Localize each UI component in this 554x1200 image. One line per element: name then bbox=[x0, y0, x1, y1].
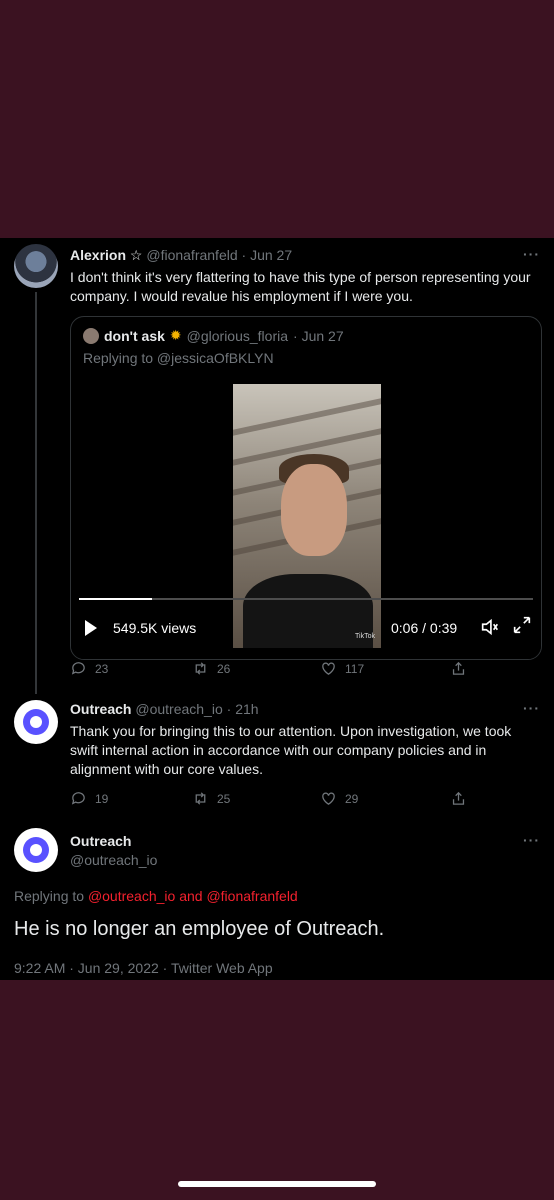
star-icon: ☆ bbox=[129, 247, 143, 263]
share-icon bbox=[452, 661, 465, 675]
avatar bbox=[83, 327, 99, 344]
retweet-count: 25 bbox=[217, 791, 231, 806]
video-player[interactable]: TikTok 549.5K views 0:06 / 0:39 bbox=[71, 384, 541, 659]
replying-prefix: Replying to bbox=[14, 888, 88, 904]
like-count: 117 bbox=[345, 661, 365, 676]
user-name[interactable]: Outreach bbox=[70, 701, 131, 717]
avatar[interactable] bbox=[14, 828, 58, 872]
tweet-text: I don't think it's very flattering to ha… bbox=[70, 269, 531, 304]
tweet-actions: 19 25 29 bbox=[70, 790, 465, 810]
like-button[interactable]: 29 bbox=[320, 790, 358, 807]
share-button[interactable] bbox=[450, 660, 467, 677]
share-icon bbox=[452, 791, 465, 805]
retweet-icon bbox=[195, 792, 206, 805]
retweet-icon bbox=[195, 662, 206, 675]
tweet-header: Outreach @outreach_io bbox=[70, 832, 157, 870]
tweet-header: Outreach @outreach_io · 21h bbox=[70, 701, 259, 717]
tweet-date[interactable]: · Jun 27 bbox=[242, 247, 293, 263]
video-frame: TikTok bbox=[233, 384, 381, 648]
thread-line bbox=[35, 292, 37, 694]
tweet-text: He is no longer an employee of Outreach. bbox=[14, 918, 385, 940]
tweet-date: · Jun 27 bbox=[293, 327, 344, 344]
quoted-tweet-header: don't ask ✹ @glorious_floria · Jun 27 bbox=[83, 327, 344, 344]
video-progress-bar[interactable] bbox=[79, 598, 533, 600]
tweet-date[interactable]: · 21h bbox=[227, 701, 259, 717]
user-name: don't ask bbox=[104, 327, 165, 344]
replying-to: Replying to @outreach_io and @fionafranf… bbox=[14, 888, 298, 904]
volume-icon[interactable] bbox=[479, 616, 501, 643]
video-views: 549.5K views bbox=[113, 620, 197, 636]
user-handle: @glorious_floria bbox=[186, 327, 289, 344]
tweet-actions: 23 26 117 bbox=[70, 660, 465, 680]
user-name[interactable]: Alexrion bbox=[70, 247, 126, 263]
user-handle[interactable]: @outreach_io bbox=[70, 851, 157, 870]
tweet-timestamp[interactable]: 9:22 AM · Jun 29, 2022 · Twitter Web App bbox=[14, 960, 273, 976]
video-time: 0:06 / 0:39 bbox=[391, 620, 458, 636]
heart-icon bbox=[322, 662, 335, 675]
more-options-button[interactable]: ··· bbox=[523, 246, 540, 262]
retweet-button[interactable]: 25 bbox=[192, 790, 230, 807]
expand-icon[interactable] bbox=[511, 614, 533, 641]
video-progress-fill bbox=[79, 598, 152, 600]
user-handle[interactable]: @fionafranfeld bbox=[146, 247, 237, 263]
reply-icon bbox=[71, 792, 85, 805]
tweet-header: Alexrion ☆ @fionafranfeld · Jun 27 bbox=[70, 247, 292, 264]
quoted-tweet[interactable]: don't ask ✹ @glorious_floria · Jun 27 Re… bbox=[70, 316, 542, 660]
more-options-button[interactable]: ··· bbox=[523, 700, 540, 716]
reply-icon bbox=[71, 662, 85, 675]
replying-mentions[interactable]: @outreach_io and @fionafranfeld bbox=[88, 888, 298, 904]
tiktok-watermark: TikTok bbox=[355, 633, 375, 640]
reply-count: 19 bbox=[95, 791, 109, 806]
avatar[interactable] bbox=[14, 700, 58, 744]
share-button[interactable] bbox=[450, 790, 467, 807]
replying-to: Replying to @jessicaOfBKLYN bbox=[83, 350, 274, 366]
outreach-logo-icon bbox=[23, 709, 49, 735]
play-icon[interactable] bbox=[85, 620, 97, 636]
avatar[interactable] bbox=[14, 244, 58, 288]
reply-count: 23 bbox=[95, 661, 109, 676]
outreach-logo-icon bbox=[23, 837, 49, 863]
tweet-thread-panel: Alexrion ☆ @fionafranfeld · Jun 27 ··· I… bbox=[0, 238, 554, 980]
user-name[interactable]: Outreach bbox=[70, 832, 157, 851]
like-button[interactable]: 117 bbox=[320, 660, 364, 677]
heart-icon bbox=[322, 792, 335, 805]
retweet-button[interactable]: 26 bbox=[192, 660, 230, 677]
like-count: 29 bbox=[345, 791, 359, 806]
retweet-count: 26 bbox=[217, 661, 231, 676]
home-indicator[interactable] bbox=[178, 1181, 376, 1187]
more-options-button[interactable]: ··· bbox=[523, 832, 540, 848]
reply-button[interactable]: 19 bbox=[70, 790, 108, 807]
sun-emoji-icon: ✹ bbox=[169, 327, 182, 343]
reply-button[interactable]: 23 bbox=[70, 660, 108, 677]
user-handle[interactable]: @outreach_io bbox=[135, 701, 222, 717]
tweet-text: Thank you for bringing this to our atten… bbox=[70, 723, 512, 777]
